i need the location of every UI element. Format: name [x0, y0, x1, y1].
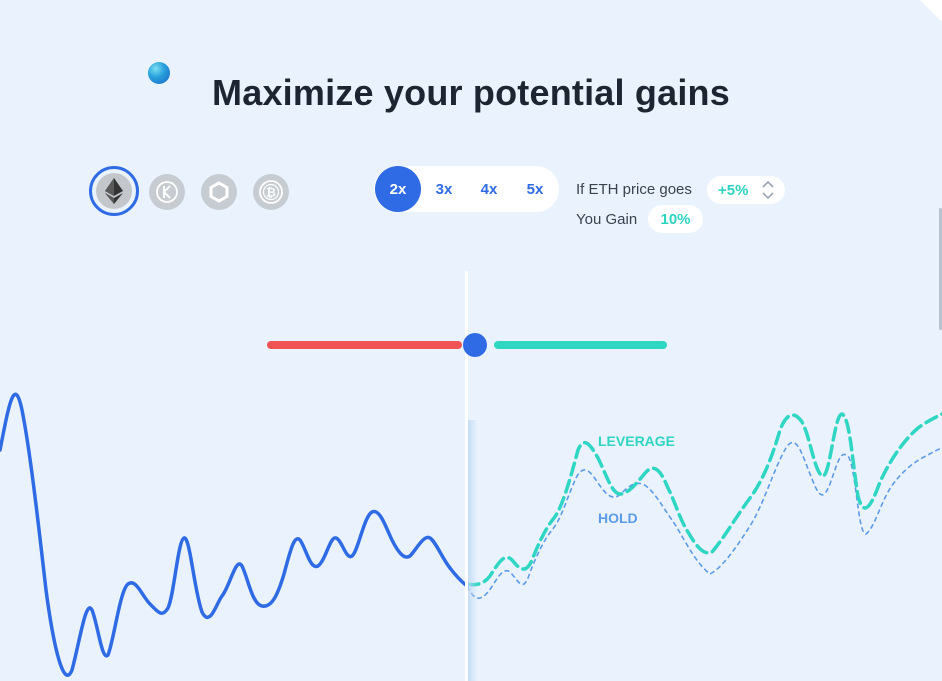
slider-track-positive[interactable] [494, 341, 667, 349]
divider-shadow [468, 420, 478, 681]
slider-track-negative[interactable] [267, 341, 462, 349]
leverage-series-label: LEVERAGE [598, 433, 676, 449]
hold-series-label: HOLD [598, 510, 638, 526]
leverage-projection-line [465, 412, 942, 587]
price-slider-thumb[interactable] [463, 333, 487, 357]
now-divider [465, 271, 468, 681]
hold-projection-line [466, 441, 942, 599]
historical-price-line [0, 392, 469, 677]
